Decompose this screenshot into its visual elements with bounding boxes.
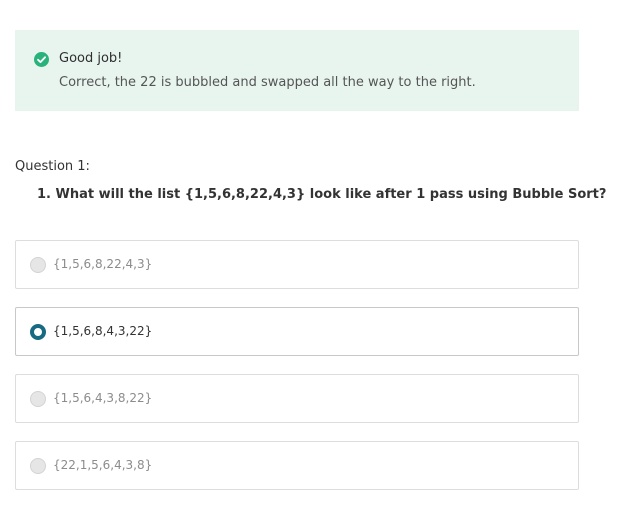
question-header: Question 1: <box>15 159 90 174</box>
answer-option[interactable]: {22,1,5,6,4,3,8} <box>15 441 579 490</box>
answer-option-label: {1,5,6,8,22,4,3} <box>53 257 153 271</box>
radio-button[interactable] <box>30 324 46 340</box>
check-circle-icon <box>34 52 49 67</box>
radio-button[interactable] <box>30 257 46 273</box>
feedback-message: Correct, the 22 is bubbled and swapped a… <box>59 75 476 90</box>
answer-option[interactable]: {1,5,6,8,4,3,22} <box>15 307 579 356</box>
feedback-banner: Good job! Correct, the 22 is bubbled and… <box>15 30 579 111</box>
radio-button[interactable] <box>30 458 46 474</box>
radio-button[interactable] <box>30 391 46 407</box>
answer-option-label: {1,5,6,4,3,8,22} <box>53 391 153 405</box>
answer-option-label: {1,5,6,8,4,3,22} <box>53 324 153 338</box>
question-emphasis: 1 pass <box>416 187 464 202</box>
question-prefix: 1. What will the list {1,5,6,8,22,4,3} l… <box>37 187 417 202</box>
answer-option[interactable]: {1,5,6,4,3,8,22} <box>15 374 579 423</box>
answer-option[interactable]: {1,5,6,8,22,4,3} <box>15 240 579 289</box>
answer-option-label: {22,1,5,6,4,3,8} <box>53 458 153 472</box>
feedback-title: Good job! <box>59 51 123 66</box>
question-suffix: using Bubble Sort? <box>463 187 607 202</box>
question-text: 1. What will the list {1,5,6,8,22,4,3} l… <box>37 187 606 202</box>
